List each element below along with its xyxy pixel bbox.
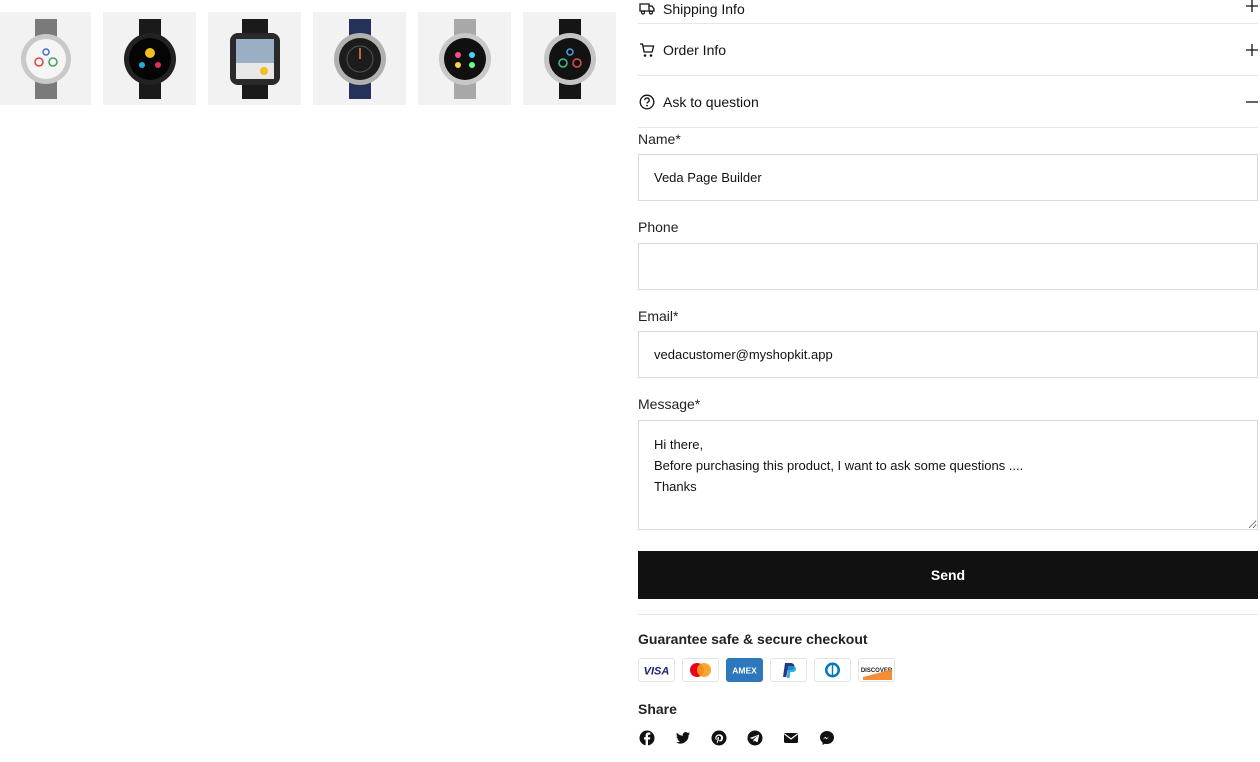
name-input[interactable] (638, 154, 1258, 201)
divider (638, 614, 1258, 615)
email-input[interactable] (638, 331, 1258, 378)
ask-question-form: Name* Phone Email* Message* Hi there, Be… (638, 0, 1258, 762)
message-textarea[interactable]: Hi there, Before purchasing this product… (638, 420, 1258, 530)
telegram-icon[interactable] (746, 729, 764, 747)
thumbnail-5[interactable] (418, 12, 511, 105)
thumbnail-4[interactable] (313, 12, 406, 105)
watch-silver-mesh-icon (438, 18, 491, 99)
thumbnail-3[interactable] (208, 12, 301, 105)
share-buttons (638, 729, 836, 747)
amex-icon: AMEX (726, 658, 763, 682)
watch-silver-grey-strap-icon (20, 18, 71, 99)
thumbnail-1[interactable] (0, 12, 91, 105)
phone-label: Phone (638, 219, 679, 235)
watch-navy-strap-icon (333, 18, 386, 99)
watch-silver-black-strap-icon (543, 18, 596, 99)
name-label: Name* (638, 131, 681, 147)
watch-square-black-icon (229, 18, 280, 99)
watch-black-galaxy-icon (123, 18, 176, 99)
payment-methods: VISA AMEX DISCOVER (638, 658, 895, 682)
phone-input[interactable] (638, 243, 1258, 290)
thumbnail-gallery (0, 12, 618, 105)
paypal-icon (770, 658, 807, 682)
thumbnail-2[interactable] (103, 12, 196, 105)
messenger-icon[interactable] (818, 729, 836, 747)
diners-icon (814, 658, 851, 682)
pinterest-icon[interactable] (710, 729, 728, 747)
mastercard-icon (682, 658, 719, 682)
svg-text:VISA: VISA (644, 666, 670, 678)
facebook-icon[interactable] (638, 729, 656, 747)
discover-icon: DISCOVER (858, 658, 895, 682)
message-label: Message* (638, 396, 701, 412)
twitter-icon[interactable] (674, 729, 692, 747)
send-button[interactable]: Send (638, 551, 1258, 599)
share-title: Share (638, 701, 677, 717)
thumbnail-6[interactable] (523, 12, 616, 105)
email-icon[interactable] (782, 729, 800, 747)
email-label: Email* (638, 308, 679, 324)
checkout-guarantee-title: Guarantee safe & secure checkout (638, 631, 868, 647)
visa-icon: VISA (638, 658, 675, 682)
svg-text:AMEX: AMEX (732, 666, 757, 676)
